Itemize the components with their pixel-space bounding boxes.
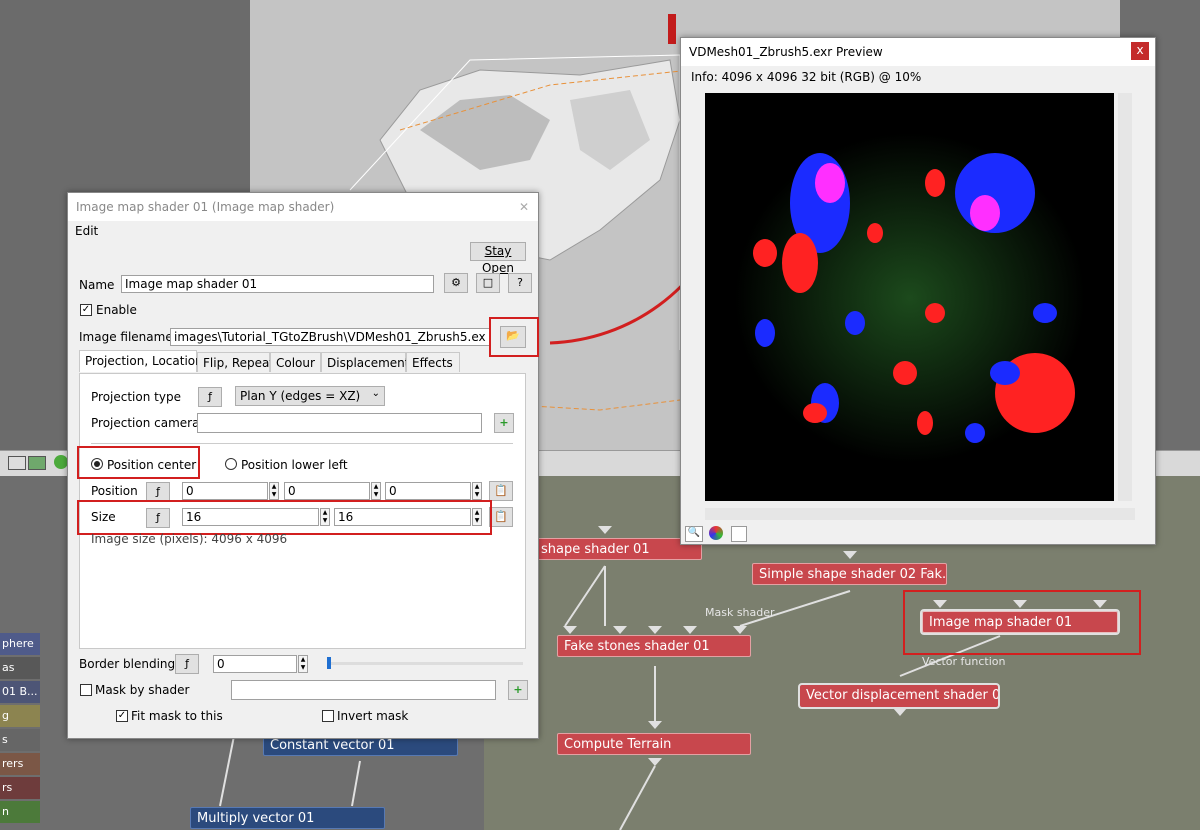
position-x-input[interactable] (182, 482, 268, 500)
position-y-input[interactable] (284, 482, 370, 500)
image-filename-input[interactable] (170, 328, 490, 346)
preview-image (705, 93, 1114, 501)
border-blending-function-icon[interactable]: ƒ (175, 654, 199, 674)
position-z-input[interactable] (385, 482, 471, 500)
add-camera-icon[interactable]: + (494, 413, 514, 433)
tab-strip: Projection, Location Flip, Repeat Colour… (79, 350, 529, 374)
chevron-down-icon: ⌄ (371, 388, 380, 399)
size-paste-icon[interactable]: 📋 (489, 507, 513, 527)
position-z-spinner[interactable]: ▲ ▼ (472, 482, 482, 500)
displacement-map-image (735, 133, 1085, 463)
tab-effects[interactable]: Effects (406, 352, 460, 372)
invert-mask-label: Invert mask (337, 709, 409, 723)
preview-info: Info: 4096 x 4096 32 bit (RGB) @ 10% (691, 70, 922, 84)
projection-type-select[interactable]: Plan Y (edges = XZ) ⌄ (235, 386, 385, 406)
highlight-position-center (77, 446, 200, 479)
color-channels-icon[interactable] (709, 526, 723, 540)
name-input[interactable] (121, 275, 434, 293)
name-label: Name (79, 278, 115, 292)
preview-window: VDMesh01_Zbrush5.exr Preview x Info: 409… (680, 37, 1156, 545)
projection-type-function-icon[interactable]: ƒ (198, 387, 222, 407)
image-filename-label: Image filename (79, 330, 173, 344)
menu-edit[interactable]: Edit (75, 224, 98, 238)
highlight-image-map-node (903, 590, 1141, 655)
help-button[interactable]: ? (508, 273, 532, 293)
image-size-text: Image size (pixels): 4096 x 4096 (91, 532, 288, 546)
projection-type-label: Projection type (91, 390, 181, 404)
tab-displacement[interactable]: Displacement (321, 352, 410, 372)
divider (91, 443, 513, 444)
preview-title: VDMesh01_Zbrush5.exr Preview (681, 38, 1155, 66)
mask-by-shader-label: Mask by shader (95, 683, 190, 697)
window-icon[interactable]: □ (476, 273, 500, 293)
highlight-size-row (77, 500, 492, 535)
add-mask-shader-icon[interactable]: + (508, 680, 528, 700)
wire-label-vector-function: Vector function (922, 655, 1006, 668)
tab-colour[interactable]: Colour (270, 352, 321, 372)
tab-projection-location[interactable]: Projection, Location (79, 350, 203, 372)
fit-mask-checkbox[interactable]: ✓ (116, 710, 128, 722)
invert-mask-checkbox[interactable] (322, 710, 334, 722)
image-icon[interactable] (28, 456, 46, 470)
fit-mask-label: Fit mask to this (131, 709, 223, 723)
border-blending-spinner[interactable]: ▲ ▼ (298, 655, 308, 673)
refresh-icon[interactable] (54, 455, 68, 469)
node-vector-displacement[interactable]: Vector displacement shader 01 (798, 683, 1000, 709)
stay-open-button[interactable]: Stay Open (470, 242, 526, 275)
shader-dialog: Image map shader 01 (Image map shader) ✕… (67, 192, 539, 739)
position-y-spinner[interactable]: ▲ ▼ (371, 482, 381, 500)
projection-camera-input[interactable] (197, 413, 482, 433)
border-blending-slider-handle[interactable] (327, 657, 331, 669)
position-label: Position (91, 484, 138, 498)
dialog-close-icon[interactable]: ✕ (513, 196, 535, 218)
wire-label-mask-shader: Mask shader (705, 606, 775, 619)
projection-camera-label: Projection camera (91, 416, 200, 430)
position-lower-left-label: Position lower left (241, 458, 348, 472)
border-blending-slider-track[interactable] (328, 662, 523, 665)
magnify-icon[interactable]: 🔍 (685, 526, 703, 542)
preview-horizontal-scrollbar[interactable] (705, 508, 1135, 520)
node-fake-stones[interactable]: Fake stones shader 01 (557, 635, 751, 657)
highlight-open-folder (489, 317, 539, 357)
position-paste-icon[interactable]: 📋 (489, 481, 513, 501)
border-blending-input[interactable] (213, 655, 297, 673)
mask-by-shader-checkbox[interactable] (80, 684, 92, 696)
enable-label: Enable (96, 303, 137, 317)
dialog-title: Image map shader 01 (Image map shader) (68, 193, 538, 221)
position-x-spinner[interactable]: ▲ ▼ (269, 482, 279, 500)
enable-checkbox[interactable]: ✓ (80, 304, 92, 316)
tab-flip-repeat[interactable]: Flip, Repeat (197, 352, 274, 372)
camera-icon[interactable] (8, 456, 26, 470)
preview-vertical-scrollbar[interactable] (1118, 93, 1132, 501)
projection-type-value: Plan Y (edges = XZ) (240, 389, 361, 403)
position-function-icon[interactable]: ƒ (146, 482, 170, 502)
mask-shader-input[interactable] (231, 680, 496, 700)
gear-icon[interactable]: ⚙ (444, 273, 468, 293)
position-lower-left-radio[interactable] (225, 458, 237, 470)
node-multiply-vector[interactable]: Multiply vector 01 (190, 807, 385, 829)
node-simple-shape-02[interactable]: Simple shape shader 02 Fak... (752, 563, 947, 585)
node-compute-terrain[interactable]: Compute Terrain (557, 733, 751, 755)
preview-close-button[interactable]: x (1131, 42, 1149, 60)
checker-icon[interactable] (731, 526, 747, 542)
border-blending-label: Border blending (79, 657, 176, 671)
